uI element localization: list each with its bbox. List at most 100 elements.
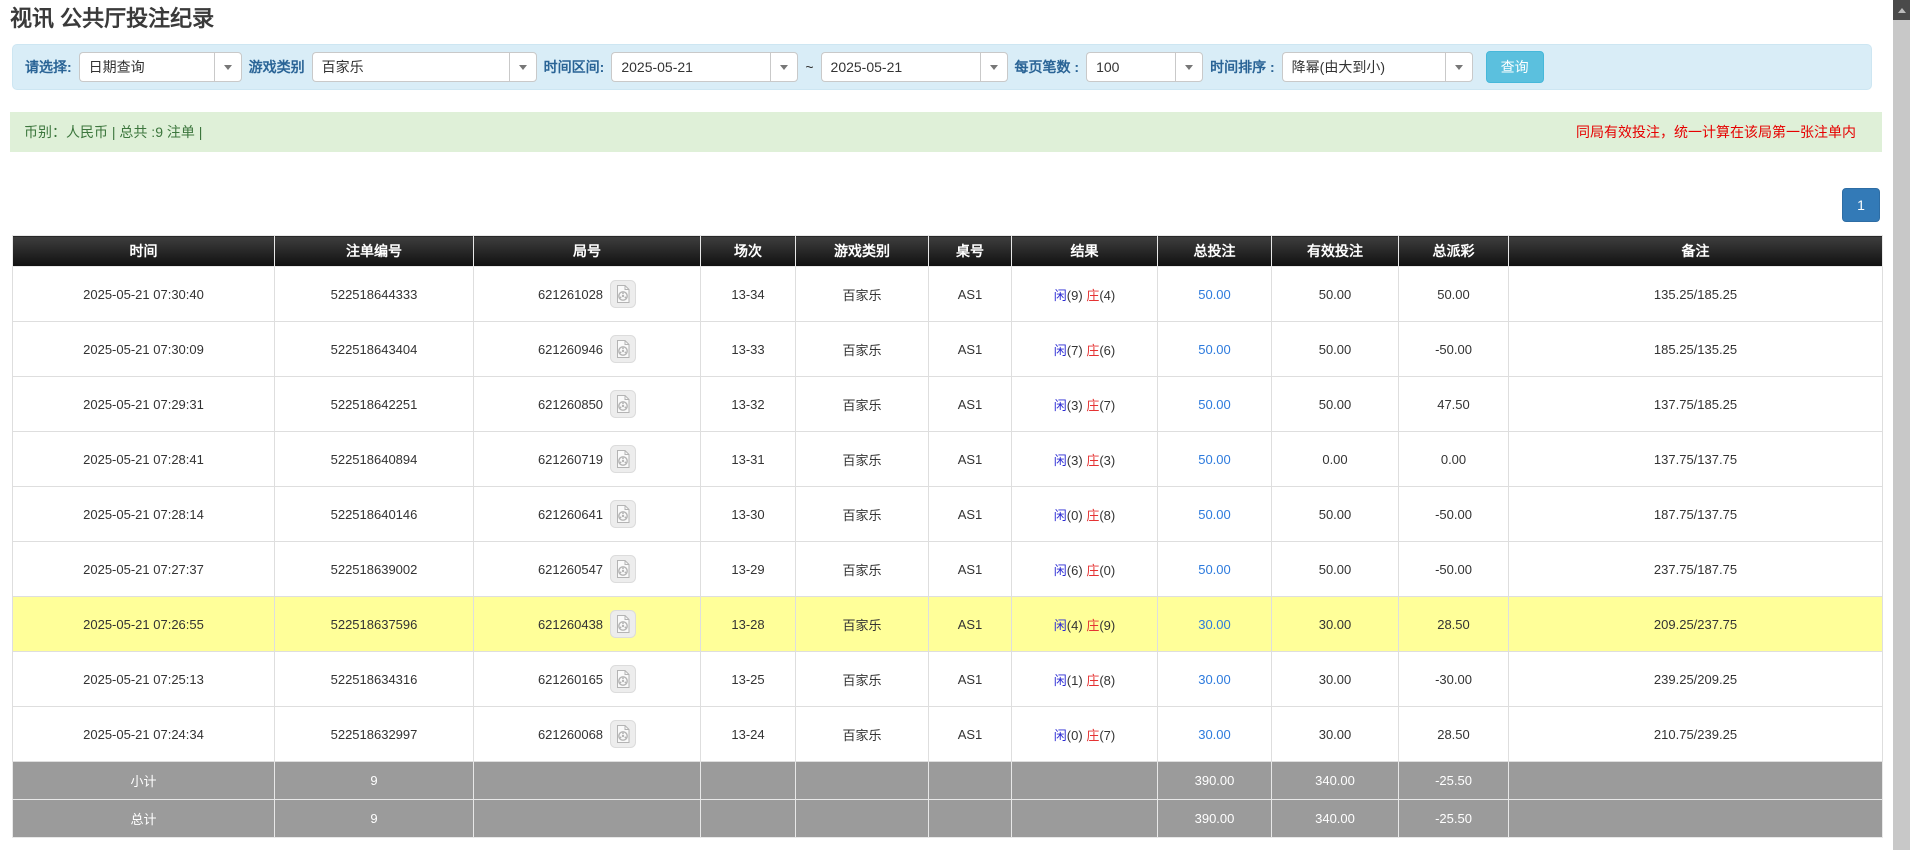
cell-total-bet: 50.00 [1158,487,1272,542]
cell-session: 13-24 [701,707,796,762]
date-to-input[interactable] [821,52,980,82]
cell-payout: -50.00 [1399,322,1509,377]
date-mode-input[interactable] [79,52,214,82]
player-score: (3) [1067,453,1083,468]
total-bet-link[interactable]: 30.00 [1198,672,1231,687]
cell-time: 2025-05-21 07:28:41 [13,432,275,487]
cell-payout: -30.00 [1399,652,1509,707]
date-from-input[interactable] [611,52,770,82]
cell-time: 2025-05-21 07:30:40 [13,267,275,322]
player-result-label: 闲 [1054,508,1067,523]
chevron-down-icon [990,65,998,70]
banker-result-label: 庄 [1086,728,1099,743]
cell-session: 13-33 [701,322,796,377]
date-from-dropdown-button[interactable] [770,52,798,82]
total-row: 总计 9 390.00 340.00 -25.50 [13,800,1883,838]
cell-time: 2025-05-21 07:30:09 [13,322,275,377]
cell-result: 闲(0) 庄(7) [1012,707,1158,762]
cell-session: 13-34 [701,267,796,322]
banker-result-label: 庄 [1086,673,1099,688]
page-size-label: 每页笔数 : [1015,57,1080,77]
pagination-page-1[interactable]: 1 [1842,188,1880,222]
total-bet-link[interactable]: 50.00 [1198,287,1231,302]
video-replay-icon[interactable] [610,610,636,638]
game-type-input[interactable] [312,52,509,82]
total-bet-link[interactable]: 30.00 [1198,727,1231,742]
query-button[interactable]: 查询 [1486,51,1544,83]
round-id-text: 621260641 [538,507,603,522]
cell-table-no: AS1 [929,707,1012,762]
video-replay-icon[interactable] [610,390,636,418]
cell-bet-id: 522518634316 [275,652,474,707]
currency-total-text: 币别：人民币 | 总共 :9 注单 | [24,122,202,142]
time-range-label: 时间区间: [544,57,605,77]
vertical-scrollbar[interactable] [1893,0,1910,850]
banker-result-label: 庄 [1086,453,1099,468]
cell-round-id: 621260946 [474,322,701,377]
cell-remark: 237.75/187.75 [1509,542,1883,597]
total-bet-link[interactable]: 50.00 [1198,452,1231,467]
total-bet-link[interactable]: 50.00 [1198,507,1231,522]
cell-remark: 137.75/137.75 [1509,432,1883,487]
total-valid-bet: 340.00 [1272,800,1399,838]
game-type-dropdown-button[interactable] [509,52,537,82]
sort-order-input[interactable] [1282,52,1445,82]
video-replay-icon[interactable] [610,720,636,748]
video-replay-icon[interactable] [610,445,636,473]
scroll-up-button[interactable] [1893,0,1910,20]
cell-bet-id: 522518643404 [275,322,474,377]
cell-session: 13-29 [701,542,796,597]
table-row: 2025-05-21 07:25:13 522518634316 6212601… [13,652,1883,707]
cell-game-type: 百家乐 [796,597,929,652]
cell-result: 闲(9) 庄(4) [1012,267,1158,322]
cell-table-no: AS1 [929,487,1012,542]
total-payout: -25.50 [1399,800,1509,838]
banker-result-label: 庄 [1086,618,1099,633]
chevron-down-icon [1455,65,1463,70]
round-id-text: 621260719 [538,452,603,467]
game-type-label: 游戏类别 [249,57,305,77]
total-bet-link[interactable]: 50.00 [1198,342,1231,357]
total-total-bet: 390.00 [1158,800,1272,838]
player-result-label: 闲 [1054,288,1067,303]
cell-game-type: 百家乐 [796,432,929,487]
cell-payout: -50.00 [1399,542,1509,597]
banker-score: (6) [1099,343,1115,358]
total-bet-link[interactable]: 50.00 [1198,397,1231,412]
video-replay-icon[interactable] [610,555,636,583]
player-result-label: 闲 [1054,453,1067,468]
cell-round-id: 621260641 [474,487,701,542]
player-score: (0) [1067,728,1083,743]
banker-result-label: 庄 [1086,288,1099,303]
video-replay-icon[interactable] [610,500,636,528]
cell-table-no: AS1 [929,432,1012,487]
total-bet-link[interactable]: 50.00 [1198,562,1231,577]
cell-bet-id: 522518637596 [275,597,474,652]
video-replay-icon[interactable] [610,335,636,363]
total-bet-link[interactable]: 30.00 [1198,617,1231,632]
round-id-text: 621260165 [538,672,603,687]
cell-payout: 28.50 [1399,597,1509,652]
table-row: 2025-05-21 07:28:41 522518640894 6212607… [13,432,1883,487]
video-replay-icon[interactable] [610,665,636,693]
total-label: 总计 [13,800,275,838]
cell-round-id: 621260850 [474,377,701,432]
cell-session: 13-30 [701,487,796,542]
page-size-input[interactable] [1086,52,1175,82]
date-mode-dropdown-button[interactable] [214,52,242,82]
cell-session: 13-32 [701,377,796,432]
page-size-dropdown-button[interactable] [1175,52,1203,82]
cell-round-id: 621260068 [474,707,701,762]
sort-order-dropdown-button[interactable] [1445,52,1473,82]
video-replay-icon[interactable] [610,280,636,308]
cell-payout: -50.00 [1399,487,1509,542]
banker-result-label: 庄 [1086,343,1099,358]
cell-result: 闲(4) 庄(9) [1012,597,1158,652]
banker-result-label: 庄 [1086,398,1099,413]
table-row: 2025-05-21 07:26:55 522518637596 6212604… [13,597,1883,652]
player-score: (1) [1067,673,1083,688]
player-result-label: 闲 [1054,618,1067,633]
cell-bet-id: 522518640894 [275,432,474,487]
cell-round-id: 621260547 [474,542,701,597]
date-to-dropdown-button[interactable] [980,52,1008,82]
